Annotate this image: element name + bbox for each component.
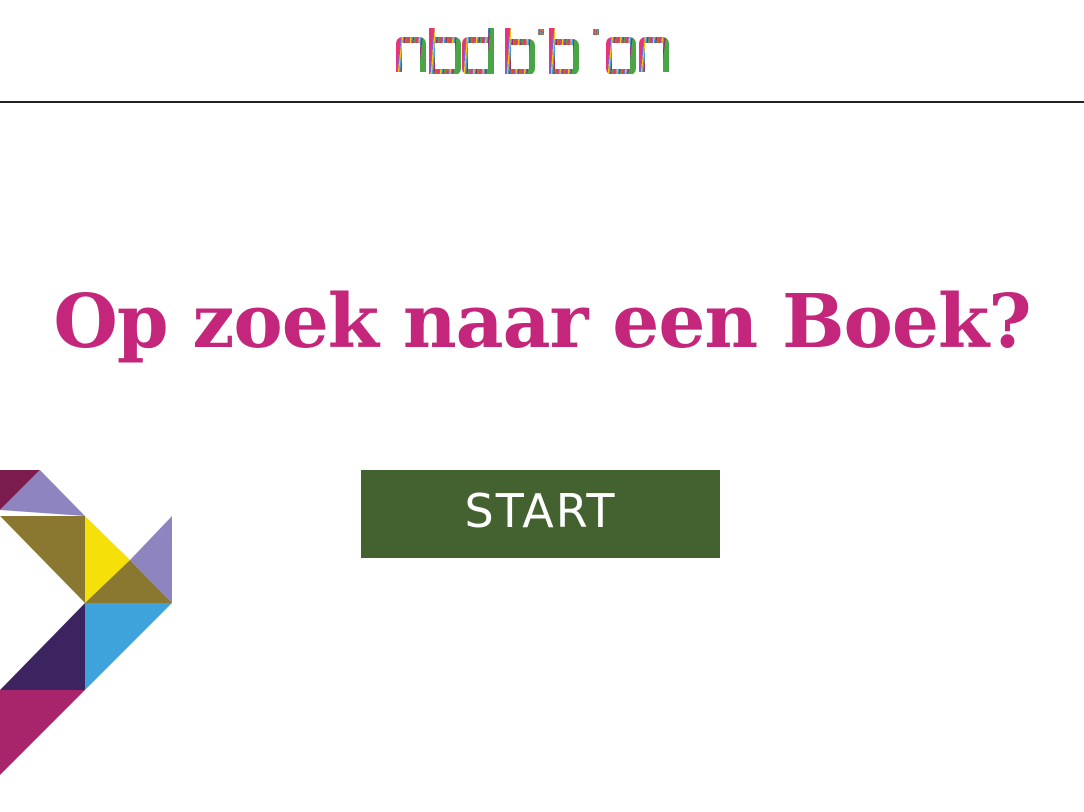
logo-graphic — [396, 28, 669, 75]
nbd-biblion-logo[interactable]: nbd biblion — [396, 26, 670, 75]
decoration-triangle-8 — [0, 603, 85, 690]
decoration-triangle-3 — [0, 516, 85, 603]
decoration-triangle-9 — [0, 690, 85, 775]
start-button[interactable]: START — [361, 470, 720, 558]
page-headline: Op zoek naar een Boek? — [53, 279, 1031, 365]
decoration-triangle-7 — [85, 603, 172, 690]
geometric-decoration — [0, 470, 172, 775]
page-header: nbd biblion — [0, 0, 1084, 103]
